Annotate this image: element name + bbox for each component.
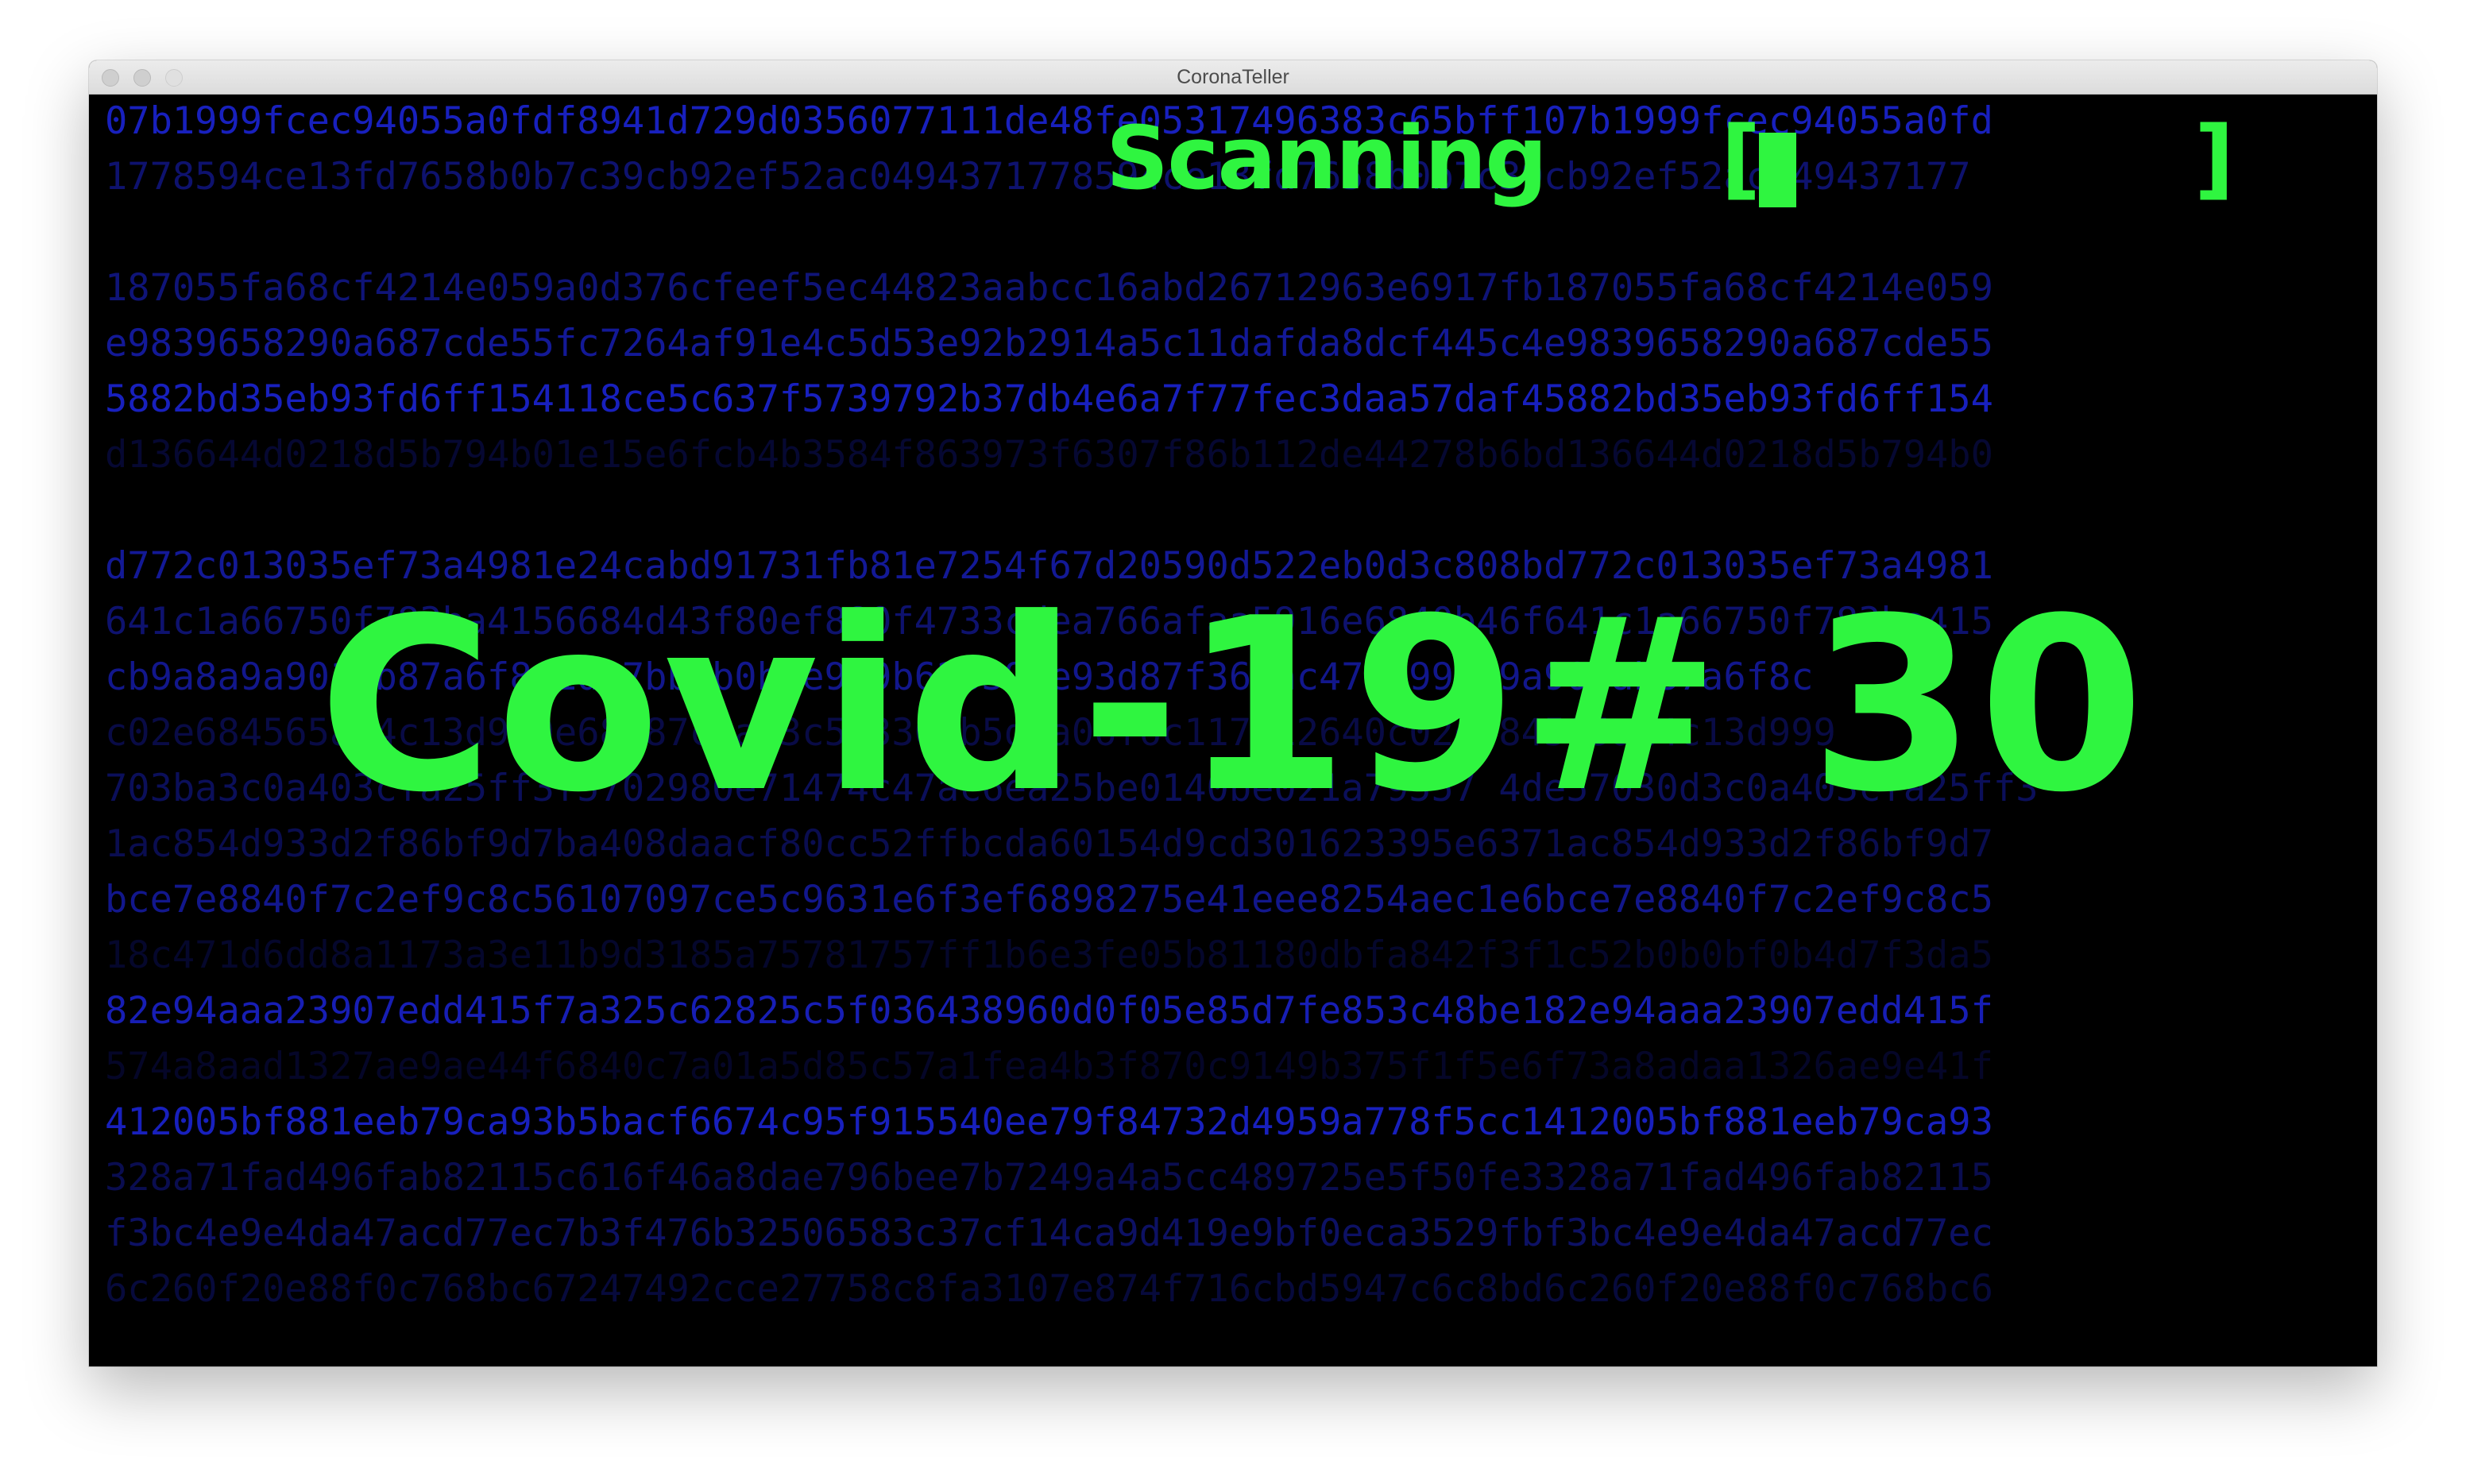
- covid-count-headline: Covid-19# 30: [318, 567, 2148, 844]
- scan-progress-fill: [1759, 133, 1796, 207]
- progress-bracket-close: ]: [2194, 107, 2234, 209]
- app-canvas: 07b1999fcec94055a0fdf8941d729d0356077111…: [89, 95, 2377, 1366]
- hex-line: 187055fa68cf4214e059a0d376cfeef5ec44823a…: [105, 266, 1993, 310]
- window-title: CoronaTeller: [1177, 66, 1289, 88]
- hex-line: 5882bd35eb93fd6ff154118ce5c637f5739792b3…: [105, 377, 1993, 421]
- hex-line: 412005bf881eeb79ca93b5bacf6674c95f915540…: [105, 1100, 1993, 1144]
- hex-line: f3bc4e9e4da47acd77ec7b3f476b32506583c37c…: [105, 1212, 1993, 1255]
- title-bar[interactable]: CoronaTeller: [89, 60, 2377, 95]
- hex-line: e9839658290a687cde55fc7264af91e4c5d53e92…: [105, 322, 1993, 365]
- scanning-status: Scanning [ ]: [1106, 107, 2234, 209]
- scan-progress-bar: [1759, 133, 2172, 207]
- hex-line: bce7e8840f7c2ef9c8c56107097ce5c9631e6f3e…: [105, 878, 1993, 922]
- hex-line: 328a71fad496fab82115c616f46a8dae796bee7b…: [105, 1156, 1993, 1200]
- hex-line: 82e94aaa23907edd415f7a325c62825c5f036438…: [105, 989, 1993, 1033]
- scanning-label: Scanning: [1106, 107, 1548, 209]
- hex-line: 18c471d6dd8a1173a3e11b9d3185a75781757ff1…: [105, 933, 1993, 977]
- hex-line: 6c260f20e88f0c768bc67247492cce27758c8fa3…: [105, 1267, 1993, 1311]
- hex-line: d136644d0218d5b794b01e15e6fcb4b3584f8639…: [105, 433, 1993, 477]
- app-window: CoronaTeller 07b1999fcec94055a0fdf8941d7…: [89, 60, 2377, 1366]
- progress-bracket-open: [: [1721, 107, 1761, 209]
- hex-line: 574a8aad1327ae9ae44f6840c7a01a5d85c57a1f…: [105, 1045, 1993, 1088]
